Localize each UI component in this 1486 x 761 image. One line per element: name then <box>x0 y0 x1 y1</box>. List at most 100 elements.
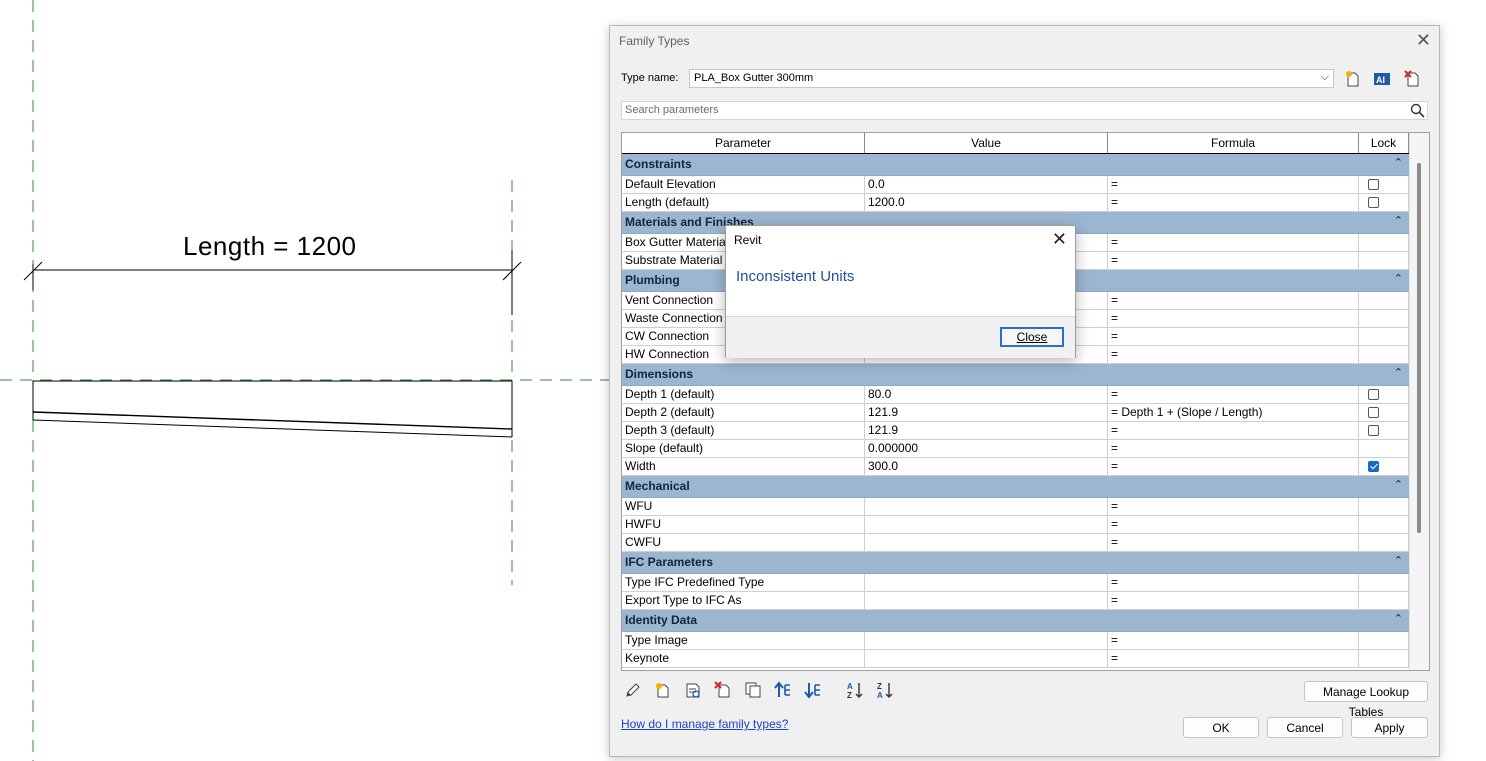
chevron-down-icon[interactable]: ⌵ <box>1321 71 1329 84</box>
value-cell[interactable]: 80.0 <box>865 386 1108 403</box>
collapse-icon[interactable]: ⌃ <box>1394 272 1403 285</box>
value-cell[interactable] <box>865 574 1108 591</box>
value-cell[interactable] <box>865 534 1108 551</box>
lock-checkbox[interactable] <box>1368 425 1379 436</box>
collapse-icon[interactable]: ⌃ <box>1394 478 1403 491</box>
formula-cell[interactable]: = <box>1108 458 1359 475</box>
ok-button[interactable]: OK <box>1183 717 1259 738</box>
table-row[interactable]: CWFU = <box>622 534 1409 552</box>
gutter-slope-upper[interactable] <box>32 411 513 430</box>
value-cell[interactable] <box>865 650 1108 667</box>
formula-cell[interactable]: = <box>1108 310 1359 327</box>
group-header[interactable]: Constraints ⌃ <box>622 154 1409 176</box>
table-row[interactable]: Type Image = <box>622 632 1409 650</box>
parameter-properties-icon[interactable] <box>684 681 702 699</box>
sort-descending-icon[interactable]: Z A <box>876 681 894 699</box>
type-name-dropdown[interactable]: PLA_Box Gutter 300mm ⌵ <box>689 69 1334 88</box>
value-cell[interactable]: 0.0 <box>865 176 1108 193</box>
delete-parameter-icon[interactable] <box>714 681 732 699</box>
value-cell[interactable]: 0.000000 <box>865 440 1108 457</box>
table-row[interactable]: Export Type to IFC As = <box>622 592 1409 610</box>
group-header[interactable]: Mechanical ⌃ <box>622 476 1409 498</box>
formula-cell[interactable]: = <box>1108 346 1359 363</box>
formula-cell[interactable]: = <box>1108 592 1359 609</box>
column-header-formula[interactable]: Formula <box>1108 133 1359 153</box>
collapse-icon[interactable]: ⌃ <box>1394 612 1403 625</box>
group-header[interactable]: Identity Data ⌃ <box>622 610 1409 632</box>
new-type-icon[interactable] <box>1343 69 1363 89</box>
cancel-button[interactable]: Cancel <box>1267 717 1343 738</box>
formula-cell[interactable]: = Depth 1 + (Slope / Length) <box>1108 404 1359 421</box>
search-icon[interactable] <box>1410 103 1425 118</box>
value-cell[interactable]: 121.9 <box>865 422 1108 439</box>
table-row[interactable]: WFU = <box>622 498 1409 516</box>
formula-cell[interactable]: = <box>1108 574 1359 591</box>
search-parameters-box[interactable] <box>621 101 1428 120</box>
formula-cell[interactable]: = <box>1108 534 1359 551</box>
value-cell[interactable]: 300.0 <box>865 458 1108 475</box>
rename-type-icon[interactable]: AI <box>1372 69 1392 89</box>
move-down-icon[interactable] <box>804 681 822 699</box>
value-cell[interactable] <box>865 632 1108 649</box>
formula-cell[interactable]: = <box>1108 194 1359 211</box>
delete-type-icon[interactable] <box>1403 69 1423 89</box>
value-cell[interactable] <box>865 516 1108 533</box>
formula-cell[interactable]: = <box>1108 234 1359 251</box>
new-parameter-icon[interactable] <box>654 681 672 699</box>
lock-checkbox[interactable] <box>1368 197 1379 208</box>
close-button[interactable]: Close <box>1000 327 1064 347</box>
collapse-icon[interactable]: ⌃ <box>1394 156 1403 169</box>
table-row[interactable]: HWFU = <box>622 516 1409 534</box>
table-row[interactable]: Slope (default) 0.000000 = <box>622 440 1409 458</box>
collapse-icon[interactable]: ⌃ <box>1394 366 1403 379</box>
lock-checkbox[interactable] <box>1368 461 1379 472</box>
table-row[interactable]: Keynote = <box>622 650 1409 668</box>
table-row[interactable]: Depth 2 (default) 121.9 = Depth 1 + (Slope… <box>622 404 1409 422</box>
group-header[interactable]: Dimensions ⌃ <box>622 364 1409 386</box>
column-header-value[interactable]: Value <box>865 133 1108 153</box>
formula-cell[interactable]: = <box>1108 632 1359 649</box>
table-row[interactable]: Default Elevation 0.0 = <box>622 176 1409 194</box>
collapse-icon[interactable]: ⌃ <box>1394 554 1403 567</box>
formula-cell[interactable]: = <box>1108 440 1359 457</box>
close-icon[interactable]: ✕ <box>1052 229 1067 249</box>
column-header-lock[interactable]: Lock <box>1359 133 1409 153</box>
gutter-slope-lower[interactable] <box>32 419 513 438</box>
formula-cell[interactable]: = <box>1108 386 1359 403</box>
value-cell[interactable] <box>865 592 1108 609</box>
column-header-parameter[interactable]: Parameter <box>622 133 865 153</box>
scrollbar-thumb[interactable] <box>1417 163 1421 533</box>
formula-cell[interactable]: = <box>1108 422 1359 439</box>
formula-cell[interactable]: = <box>1108 292 1359 309</box>
table-row[interactable]: Width 300.0 = <box>622 458 1409 476</box>
group-header[interactable]: IFC Parameters ⌃ <box>622 552 1409 574</box>
lock-checkbox[interactable] <box>1368 407 1379 418</box>
formula-cell[interactable]: = <box>1108 252 1359 269</box>
close-icon[interactable]: ✕ <box>1416 30 1431 50</box>
lock-checkbox[interactable] <box>1368 389 1379 400</box>
value-cell[interactable] <box>865 498 1108 515</box>
dimension-label[interactable]: Length = 1200 <box>183 231 357 262</box>
duplicate-parameter-icon[interactable] <box>744 681 762 699</box>
table-row[interactable]: Type IFC Predefined Type = <box>622 574 1409 592</box>
formula-cell[interactable]: = <box>1108 498 1359 515</box>
table-row[interactable]: Depth 1 (default) 80.0 = <box>622 386 1409 404</box>
move-up-icon[interactable] <box>774 681 792 699</box>
table-row[interactable]: Length (default) 1200.0 = <box>622 194 1409 212</box>
formula-cell[interactable]: = <box>1108 650 1359 667</box>
apply-button[interactable]: Apply <box>1351 717 1428 738</box>
formula-cell[interactable]: = <box>1108 176 1359 193</box>
lock-checkbox[interactable] <box>1368 179 1379 190</box>
value-cell[interactable]: 1200.0 <box>865 194 1108 211</box>
grid-scrollbar[interactable] <box>1409 133 1429 670</box>
sort-ascending-icon[interactable]: A Z <box>846 681 864 699</box>
formula-cell[interactable]: = <box>1108 516 1359 533</box>
formula-cell[interactable]: = <box>1108 328 1359 345</box>
collapse-icon[interactable]: ⌃ <box>1394 214 1403 227</box>
search-input[interactable] <box>622 102 1398 118</box>
help-link[interactable]: How do I manage family types? <box>621 717 788 731</box>
edit-parameter-icon[interactable] <box>624 681 642 699</box>
value-cell[interactable]: 121.9 <box>865 404 1108 421</box>
manage-lookup-tables-button[interactable]: Manage Lookup Tables <box>1304 681 1428 719</box>
table-row[interactable]: Depth 3 (default) 121.9 = <box>622 422 1409 440</box>
